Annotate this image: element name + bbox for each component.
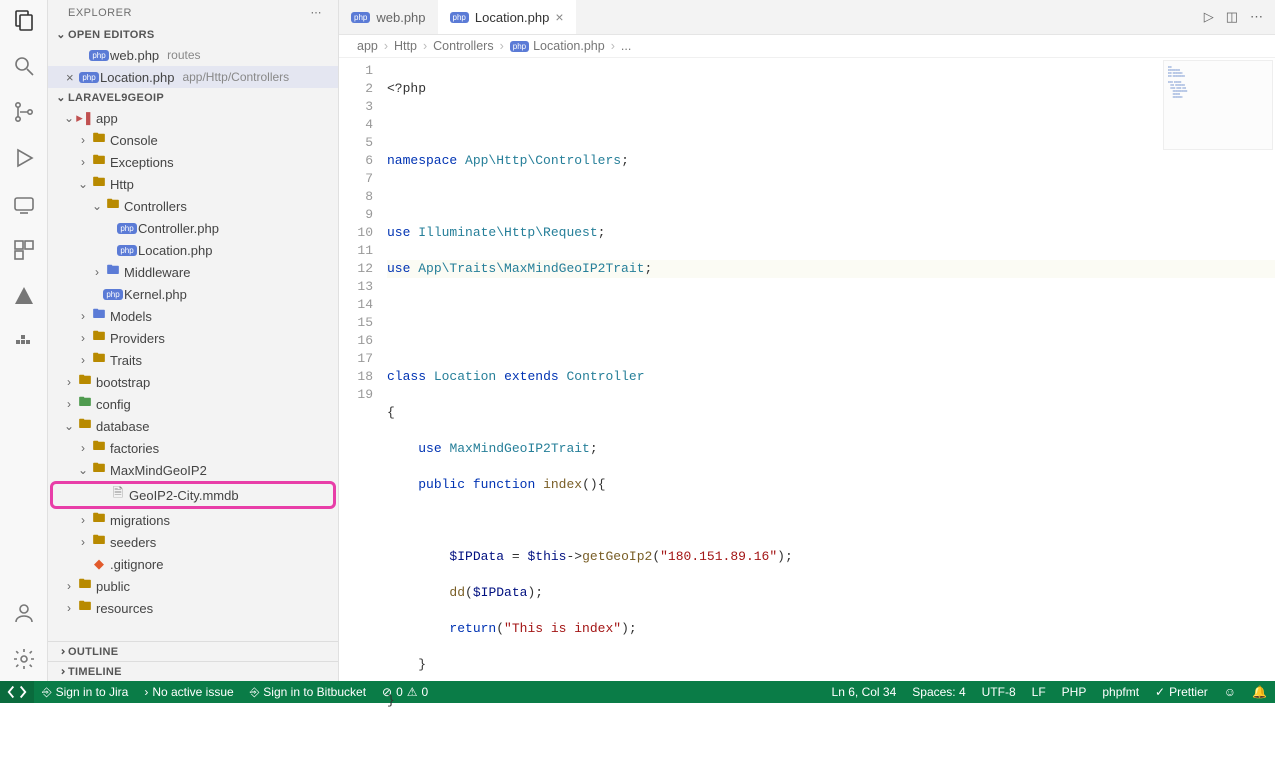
file-tree: ⌄▸❚app ›🖿Console ›🖿Exceptions ⌄🖿Http ⌄🖿C… (48, 107, 338, 641)
tree-folder[interactable]: ›🖿public (48, 575, 338, 597)
split-icon[interactable]: ◫ (1226, 9, 1238, 25)
tab-label: web.php (376, 10, 425, 25)
tree-folder[interactable]: ›🖿Exceptions (48, 151, 338, 173)
tree-folder[interactable]: ›🖿Console (48, 129, 338, 151)
tree-folder[interactable]: ⌄🖿database (48, 415, 338, 437)
editor-body[interactable]: 12345678910111213141516171819 <?php name… (339, 58, 1275, 681)
bc-part[interactable]: Controllers (433, 39, 493, 53)
source-control-icon[interactable] (12, 100, 36, 124)
more-icon[interactable]: ⋯ (1250, 9, 1263, 25)
timeline-section[interactable]: ⌄TIMELINE (48, 661, 338, 681)
tree-folder[interactable]: ⌄▸❚app (48, 107, 338, 129)
outline-label: OUTLINE (68, 646, 118, 658)
tab-bar: phpweb.php phpLocation.php× ▷ ◫ ⋯ (339, 0, 1275, 35)
tree-folder[interactable]: ›🖿Models (48, 305, 338, 327)
code-content[interactable]: <?php namespace App\Http\Controllers; us… (387, 58, 1275, 681)
open-editors-label: OPEN EDITORS (68, 29, 155, 41)
status-bitbucket[interactable]: ⎆ Sign in to Bitbucket (242, 681, 374, 703)
remote-indicator[interactable] (0, 681, 34, 703)
minimap[interactable]: ▄▄▄▄▄▄▄▄▄▄▄▄▄▄▄▄ ▄▄▄▄▄▄▄▄▄▄▄ ▄▄▄▄▄▄▄▄▄▄▄… (1163, 60, 1273, 150)
line-gutter: 12345678910111213141516171819 (339, 58, 387, 681)
tabs-actions: ▷ ◫ ⋯ (1204, 9, 1275, 25)
account-icon[interactable] (12, 601, 36, 625)
tree-file[interactable]: ◆.gitignore (48, 553, 338, 575)
timeline-label: TIMELINE (68, 666, 122, 678)
tree-folder[interactable]: ›🖿Providers (48, 327, 338, 349)
sidebar-title: EXPLORER (68, 7, 132, 19)
editor-area: phpweb.php phpLocation.php× ▷ ◫ ⋯ app› H… (339, 0, 1275, 681)
breadcrumb[interactable]: app› Http› Controllers› phpLocation.php›… (339, 35, 1275, 58)
tree-folder[interactable]: ›🖿resources (48, 597, 338, 619)
docker-icon[interactable] (12, 330, 36, 354)
settings-icon[interactable] (12, 647, 36, 671)
bc-part[interactable]: Location.php (533, 39, 605, 53)
remote-icon[interactable] (12, 192, 36, 216)
highlight-annotation: 🗎GeoIP2-City.mmdb (50, 481, 336, 509)
tree-folder[interactable]: ⌄🖿Http (48, 173, 338, 195)
sidebar: EXPLORER ⋯ ⌄OPEN EDITORS php web.php rou… (48, 0, 339, 681)
tab-location[interactable]: phpLocation.php× (438, 0, 576, 34)
extensions-icon[interactable] (12, 238, 36, 262)
more-icon[interactable]: ⋯ (311, 6, 323, 19)
project-label: LARAVEL9GEOIP (68, 92, 164, 104)
tree-folder[interactable]: ›🖿factories (48, 437, 338, 459)
tab-label: Location.php (475, 10, 549, 25)
status-issue[interactable]: › No active issue (136, 681, 241, 703)
tree-folder[interactable]: ⌄🖿MaxMindGeoIP2 (48, 459, 338, 481)
open-editors-section[interactable]: ⌄OPEN EDITORS (48, 25, 338, 44)
debug-icon[interactable] (12, 146, 36, 170)
project-section[interactable]: ⌄LARAVEL9GEOIP (48, 88, 338, 107)
search-icon[interactable] (12, 54, 36, 78)
file-label: Location.php (100, 70, 174, 85)
activity-bar (0, 0, 48, 681)
close-icon[interactable]: × (555, 9, 563, 25)
tree-file[interactable]: phpController.php (48, 217, 338, 239)
tree-folder[interactable]: ›🖿Middleware (48, 261, 338, 283)
sidebar-header: EXPLORER ⋯ (48, 0, 338, 25)
outline-section[interactable]: ⌄OUTLINE (48, 641, 338, 661)
tab-web[interactable]: phpweb.php (339, 0, 438, 34)
explorer-icon[interactable] (12, 8, 36, 32)
tree-folder[interactable]: ⌄🖿Controllers (48, 195, 338, 217)
main-container: EXPLORER ⋯ ⌄OPEN EDITORS php web.php rou… (0, 0, 1275, 681)
tree-file[interactable]: phpLocation.php (48, 239, 338, 261)
tree-folder[interactable]: ›🖿config (48, 393, 338, 415)
tree-folder[interactable]: ›🖿bootstrap (48, 371, 338, 393)
file-meta: app/Http/Controllers (182, 70, 289, 84)
file-label: web.php (110, 48, 159, 63)
tree-folder[interactable]: ›🖿Traits (48, 349, 338, 371)
status-jira[interactable]: ⎆ Sign in to Jira (34, 681, 136, 703)
bc-part[interactable]: app (357, 39, 378, 53)
open-editor-item[interactable]: php web.php routes (48, 44, 338, 66)
bc-part[interactable]: ... (621, 39, 631, 53)
tree-file-highlighted[interactable]: 🗎GeoIP2-City.mmdb (53, 484, 333, 506)
run-icon[interactable]: ▷ (1204, 9, 1214, 25)
azure-icon[interactable] (12, 284, 36, 308)
open-editor-item[interactable]: ×php Location.php app/Http/Controllers (48, 66, 338, 88)
file-meta: routes (167, 48, 200, 62)
tree-file[interactable]: phpKernel.php (48, 283, 338, 305)
bc-part[interactable]: Http (394, 39, 417, 53)
tree-folder[interactable]: ›🖿migrations (48, 509, 338, 531)
tree-folder[interactable]: ›🖿seeders (48, 531, 338, 553)
